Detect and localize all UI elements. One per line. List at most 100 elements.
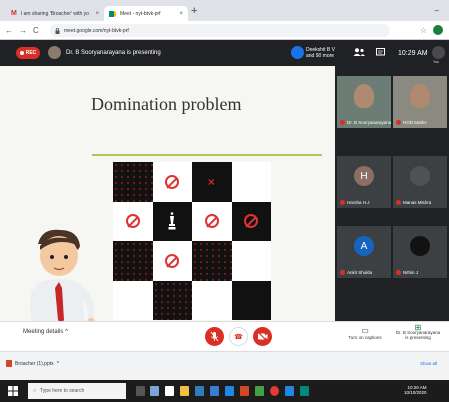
tab-meet[interactable]: Meet - nyt-btvk-prf × bbox=[104, 6, 188, 21]
board-square bbox=[152, 201, 192, 241]
self-label: You bbox=[433, 60, 439, 64]
chat-icon[interactable] bbox=[376, 48, 385, 57]
title-underline bbox=[92, 154, 322, 156]
app-icon[interactable] bbox=[300, 386, 309, 396]
board-square bbox=[152, 162, 192, 202]
participant-avatar bbox=[410, 166, 430, 186]
participant-name-label: Manas Mishra bbox=[403, 200, 432, 205]
windows-taskbar: ○ Type here to search 10:29 AM 10/10/202… bbox=[0, 380, 449, 402]
store-icon[interactable] bbox=[195, 386, 204, 396]
gmail-icon: M bbox=[11, 10, 17, 17]
participant-name-label: Nithin J bbox=[403, 270, 419, 275]
chevron-up-icon[interactable]: ^ bbox=[57, 361, 59, 367]
profile-avatar[interactable] bbox=[433, 25, 443, 35]
participant-tile[interactable]: Dr. B Sooryanarayana bbox=[337, 76, 391, 128]
mic-toggle-button[interactable] bbox=[205, 327, 224, 346]
word-icon[interactable] bbox=[225, 386, 234, 396]
captions-label: Turn on captions bbox=[348, 335, 382, 340]
mic-off-icon bbox=[396, 270, 401, 275]
participants-summary[interactable]: Deekshit B V and 90 more bbox=[306, 47, 335, 59]
close-tab-icon[interactable]: × bbox=[179, 11, 183, 17]
screen: M I am sharing 'Broacher' with yo × Meet… bbox=[0, 0, 449, 402]
bookmark-star-icon[interactable]: ☆ bbox=[420, 26, 427, 35]
board-square bbox=[113, 201, 153, 241]
self-avatar[interactable] bbox=[432, 46, 445, 59]
meeting-details-button[interactable]: Meeting details ^ bbox=[23, 329, 68, 335]
rec-label: REC bbox=[25, 50, 37, 56]
mic-off-icon bbox=[396, 200, 401, 205]
participant-name-label: Dr. B Sooryanarayana bbox=[347, 120, 391, 125]
tab-gmail[interactable]: M I am sharing 'Broacher' with yo × bbox=[6, 6, 104, 21]
participant-tile[interactable]: HOD Maths bbox=[393, 76, 447, 128]
presenter-banner: Dr. B Sooryanarayana is presenting bbox=[66, 50, 161, 56]
chess-board: × bbox=[113, 162, 271, 320]
participant-video bbox=[354, 84, 374, 108]
show-all-downloads[interactable]: Show all bbox=[420, 361, 437, 366]
participant-tile[interactable]: H Harsha H.J bbox=[337, 156, 391, 208]
close-tab-icon[interactable]: × bbox=[95, 11, 99, 17]
attacked-pattern bbox=[113, 162, 153, 202]
participant-tile[interactable]: Manas Mishra bbox=[393, 156, 447, 208]
search-icon: ○ bbox=[33, 388, 37, 394]
board-square bbox=[152, 280, 192, 320]
windows-start-icon[interactable] bbox=[8, 386, 18, 396]
board-square bbox=[113, 241, 153, 281]
board-square: × bbox=[192, 162, 232, 202]
address-bar: ← → C meet.google.com/nyt-btvk-prf ☆ bbox=[0, 21, 449, 40]
meeting-controls: Meeting details ^ ☎ ▭ Turn on captions ⊞… bbox=[0, 321, 449, 351]
presenter-avatar bbox=[48, 46, 61, 59]
download-item[interactable]: Broacher (1).pptx ^ bbox=[6, 360, 59, 367]
participant-avatar bbox=[410, 236, 430, 256]
lock-icon bbox=[55, 27, 60, 34]
board-square bbox=[113, 280, 153, 320]
presenting-indicator[interactable]: ⊞ Dr. B Sooryanarayana is presenting bbox=[392, 324, 444, 341]
captions-button[interactable]: ▭ Turn on captions bbox=[345, 326, 385, 340]
participant-avatar bbox=[291, 46, 304, 59]
participant-tile[interactable]: Nithin J bbox=[393, 226, 447, 278]
tab-label: Meet - nyt-btvk-prf bbox=[120, 10, 161, 17]
url-field[interactable]: meet.google.com/nyt-btvk-prf bbox=[50, 24, 390, 37]
url-text: meet.google.com/nyt-btvk-prf bbox=[64, 27, 129, 34]
chevron-up-icon: ^ bbox=[65, 329, 68, 335]
participant-name: Manas Mishra bbox=[396, 200, 431, 205]
download-bar: Broacher (1).pptx ^ Show all bbox=[0, 351, 449, 380]
edge-icon[interactable] bbox=[285, 386, 294, 396]
board-square bbox=[231, 162, 271, 202]
download-filename: Broacher (1).pptx bbox=[15, 360, 54, 367]
attacked-pattern bbox=[113, 241, 153, 281]
people-icon[interactable] bbox=[353, 48, 365, 56]
task-view-icon[interactable] bbox=[150, 386, 159, 396]
system-tray-clock[interactable]: 10:29 AM 10/10/2020 bbox=[380, 385, 427, 395]
participant-name: Harsha H.J bbox=[340, 200, 370, 205]
camera-off-icon bbox=[257, 331, 268, 342]
notepad-icon[interactable] bbox=[165, 386, 174, 396]
participant-name: HOD Maths bbox=[396, 120, 427, 125]
camera-toggle-button[interactable] bbox=[253, 327, 272, 346]
new-tab-button[interactable]: + bbox=[191, 6, 197, 17]
meeting-clock: 10:29 AM bbox=[398, 50, 428, 57]
board-square bbox=[113, 162, 153, 202]
powerpoint-icon[interactable] bbox=[240, 386, 249, 396]
participant-avatar: A bbox=[354, 236, 374, 256]
slide-title: Domination problem bbox=[91, 94, 242, 114]
microphone-taskbar-icon[interactable] bbox=[136, 386, 145, 396]
minimize-icon[interactable]: – bbox=[435, 6, 439, 15]
mail-icon[interactable] bbox=[210, 386, 219, 396]
forward-icon[interactable]: → bbox=[19, 26, 27, 35]
prohibited-icon bbox=[244, 214, 259, 229]
board-square bbox=[192, 280, 232, 320]
file-explorer-icon[interactable] bbox=[180, 386, 189, 396]
nav-buttons: ← → C bbox=[5, 26, 39, 35]
hang-up-icon: ☎ bbox=[234, 333, 243, 341]
participant-tile[interactable]: A Ankit Shukla bbox=[337, 226, 391, 278]
prohibited-icon bbox=[125, 214, 140, 229]
reload-icon[interactable]: C bbox=[33, 26, 39, 35]
excel-icon[interactable] bbox=[255, 386, 264, 396]
participant-name: Ankit Shukla bbox=[340, 270, 372, 275]
end-call-button[interactable]: ☎ bbox=[229, 327, 248, 346]
taskbar-search[interactable]: ○ Type here to search bbox=[28, 383, 126, 399]
chrome-icon[interactable] bbox=[270, 386, 279, 396]
back-icon[interactable]: ← bbox=[5, 26, 13, 35]
presenting-status: is presenting bbox=[405, 335, 431, 340]
board-square bbox=[192, 241, 232, 281]
